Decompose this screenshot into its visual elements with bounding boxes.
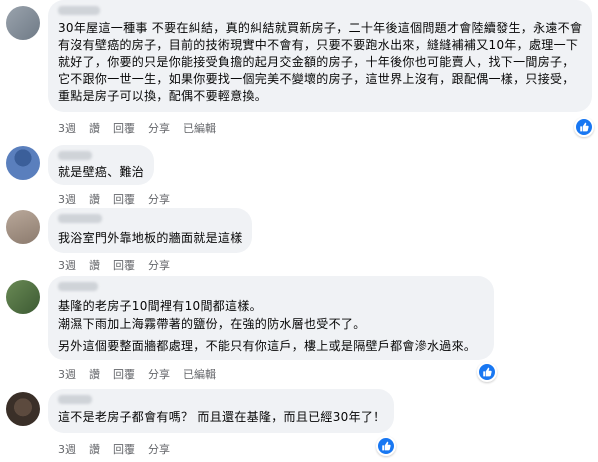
timestamp[interactable]: 3週 [58,258,76,274]
timestamp[interactable]: 3週 [58,121,76,137]
reply-button[interactable]: 回覆 [113,258,135,274]
comment-bubble: 30年屋這一種事 不要在糾結，真的糾結就買新房子，二十年後這個問題才會陸續發生，… [48,0,592,112]
like-button[interactable]: 讚 [89,121,100,137]
comment-bubble: 基隆的老房子10間裡有10間都這樣。 潮濕下雨加上海霧帶著的鹽份，在強的防水層也… [48,276,494,360]
comment-text: 我浴室門外靠地板的牆面就是這樣 [58,231,243,245]
comment-text-line: 另外這個要整面牆都處理，不能只有你這戶，樓上或是隔壁戶都會滲水過來。 [58,339,477,353]
comment-actions: 3週 讚 回覆 分享 已編輯 [58,121,229,137]
like-button[interactable]: 讚 [89,258,100,274]
avatar[interactable] [6,210,40,244]
comment-text-line: 潮濕下雨加上海霧帶著的鹽份，在強的防水層也受不了。 [58,317,366,331]
comment-actions: 3週 讚 回覆 分享 [58,192,183,208]
share-button[interactable]: 分享 [148,367,170,383]
like-button[interactable]: 讚 [89,367,100,383]
edited-label: 已編輯 [183,368,216,381]
thumbs-up-icon [580,122,589,132]
avatar[interactable] [6,280,40,314]
reply-button[interactable]: 回覆 [113,192,135,208]
comment-text-line: 基隆的老房子10間裡有10間都這樣。 [58,299,262,313]
comment-text: 30年屋這一種事 不要在糾結，真的糾結就買新房子，二十年後這個問題才會陸續發生，… [58,21,583,103]
like-button[interactable]: 讚 [89,192,100,208]
commenter-name[interactable] [58,6,100,15]
reply-button[interactable]: 回覆 [113,367,135,383]
edited-label: 已編輯 [183,122,216,135]
timestamp[interactable]: 3週 [58,442,76,458]
comment-bubble: 我浴室門外靠地板的牆面就是這樣 [48,208,252,253]
reaction-badge[interactable] [477,362,497,382]
comment-text: 這不是老房子都會有嗎？ 而且還在基隆，而且已經30年了！ [58,410,386,424]
comment-bubble: 這不是老房子都會有嗎？ 而且還在基隆，而且已經30年了！ [48,389,394,433]
timestamp[interactable]: 3週 [58,192,76,208]
thumbs-up-icon [382,441,391,451]
avatar[interactable] [6,146,40,180]
commenter-name[interactable] [58,282,98,291]
share-button[interactable]: 分享 [148,442,170,458]
avatar[interactable] [6,6,40,40]
commenter-name[interactable] [58,395,92,404]
comment-actions: 3週 讚 回覆 分享 [58,258,183,274]
commenter-name[interactable] [58,151,92,160]
comment-actions: 3週 讚 回覆 分享 已編輯 [58,367,229,383]
share-button[interactable]: 分享 [148,258,170,274]
comment-actions: 3週 讚 回覆 分享 [58,442,183,458]
timestamp[interactable]: 3週 [58,367,76,383]
avatar[interactable] [6,392,40,426]
reply-button[interactable]: 回覆 [113,442,135,458]
reply-button[interactable]: 回覆 [113,121,135,137]
thumbs-up-icon [483,367,492,377]
commenter-name[interactable] [58,214,102,223]
comment-text: 就是壁癌、難治 [58,165,145,179]
share-button[interactable]: 分享 [148,192,170,208]
comment-bubble: 就是壁癌、難治 [48,145,154,185]
like-button[interactable]: 讚 [89,442,100,458]
share-button[interactable]: 分享 [148,121,170,137]
reaction-badge[interactable] [376,436,396,456]
reaction-badge[interactable] [574,117,594,137]
